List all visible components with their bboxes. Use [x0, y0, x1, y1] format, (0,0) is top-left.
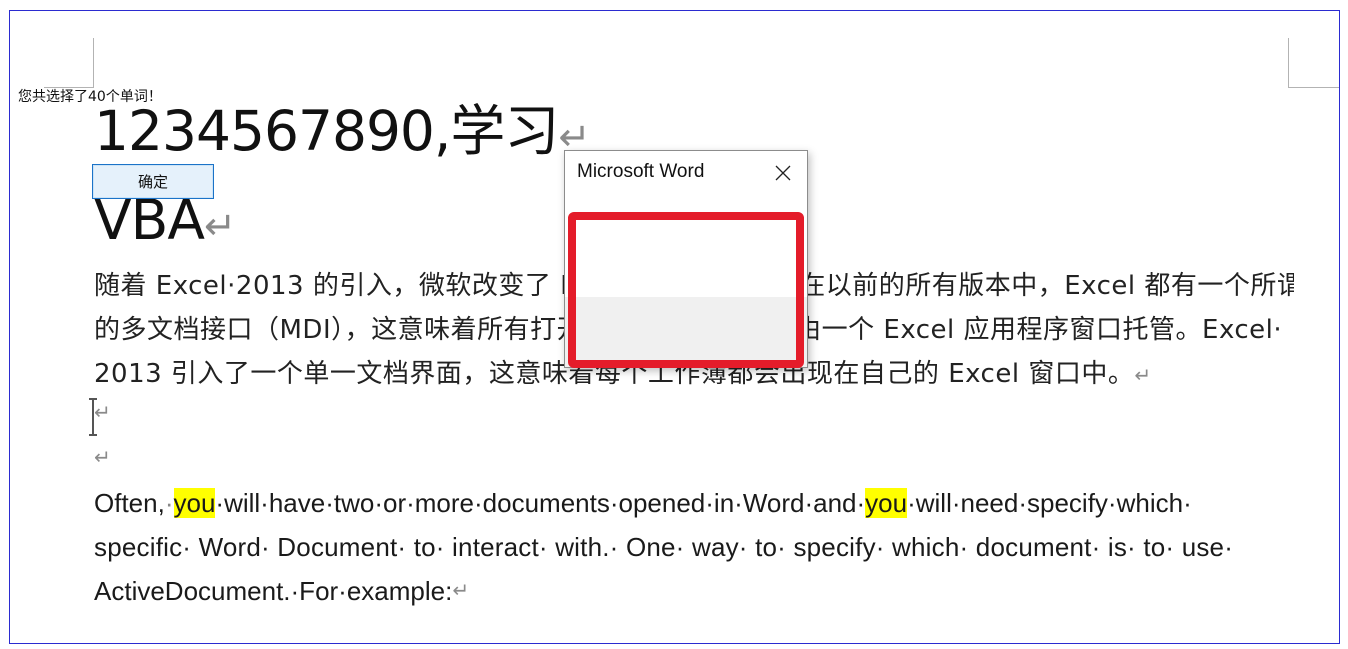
paragraph-mark-icon: ↵	[452, 580, 470, 602]
crop-mark-top-right	[1288, 38, 1339, 88]
paragraph-line: ActiveDocument.·For·example: ↵	[94, 569, 1294, 613]
heading-1-text: 1234567890,学习	[94, 99, 559, 163]
dialog-footer	[565, 297, 807, 367]
dialog-body	[565, 211, 807, 297]
paragraph-line-text: Often,·you·will·have·two·or·more·documen…	[94, 481, 1192, 525]
message-dialog: Microsoft Word	[564, 150, 808, 368]
close-icon[interactable]	[767, 159, 799, 187]
crop-mark-top-left	[44, 38, 94, 88]
space-mark: ·	[164, 488, 174, 518]
heading-1[interactable]: 1234567890,学习↵	[94, 96, 591, 173]
paragraph-line: Often,·you·will·have·two·or·more·documen…	[94, 481, 1294, 525]
paragraph-line-text: ActiveDocument.·For·example:	[94, 576, 453, 606]
highlighted-word: you	[865, 488, 908, 518]
ok-button[interactable]: 确定	[92, 164, 214, 199]
word-run: ·will·have·two·or·more·documents·opened·…	[215, 488, 866, 518]
dialog-title: Microsoft Word	[577, 161, 705, 182]
paragraph-mark-icon: ↵	[1134, 363, 1152, 387]
word: Often,	[94, 488, 165, 518]
text-cursor-icon	[89, 398, 97, 436]
paragraph-line: specific· Word· Document· to· interact· …	[94, 532, 1234, 562]
word-run: ·will·need·specify·which·	[907, 488, 1192, 518]
highlighted-word: you	[173, 488, 216, 518]
paragraph-mark-icon: ↵	[94, 445, 111, 469]
english-paragraph[interactable]: Often,·you·will·have·two·or·more·documen…	[94, 481, 1294, 613]
dialog-message: 您共选择了40个单词！	[18, 89, 162, 105]
paragraph-mark-icon: ↵	[203, 204, 236, 249]
